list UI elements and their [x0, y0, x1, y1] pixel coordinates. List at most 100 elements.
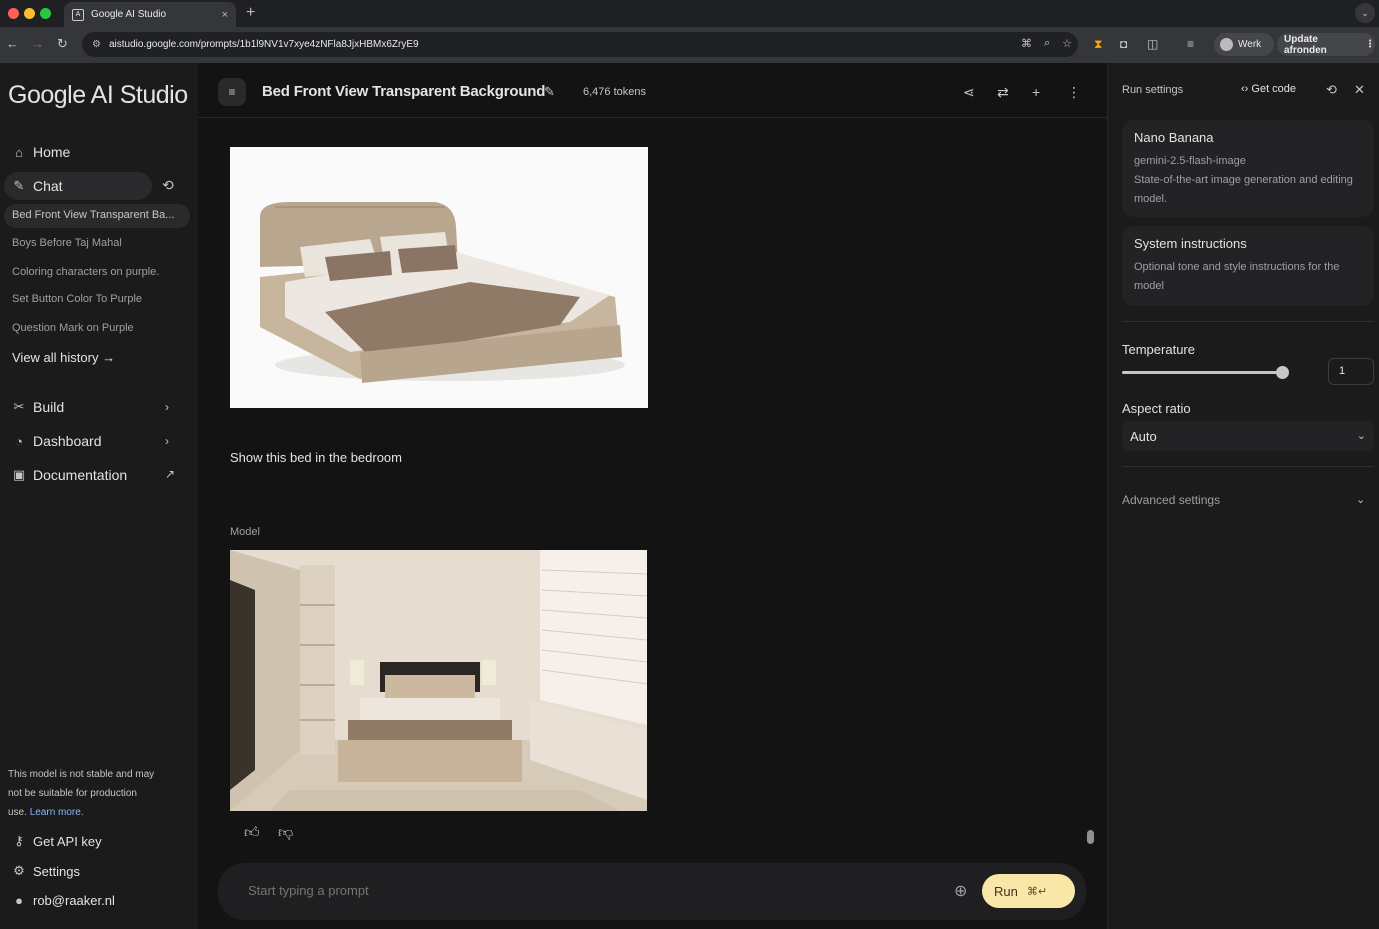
temperature-slider-handle[interactable]	[1276, 366, 1289, 379]
run-settings-panel: Run settings ‹› Get code ⟲ ✕ Nano Banana…	[1107, 63, 1379, 929]
nav-chat-label: Chat	[33, 178, 63, 194]
model-disclaimer: This model is not stable and may not be …	[8, 765, 158, 822]
get-api-key-link[interactable]: ⚷ Get API key	[12, 833, 102, 849]
close-window-button[interactable]	[8, 8, 19, 19]
new-tab-button[interactable]: +	[246, 4, 255, 22]
profile-button[interactable]: Werk	[1214, 33, 1274, 56]
history-icon[interactable]: ⟲	[162, 177, 174, 194]
bookmark-star-icon[interactable]: ☆	[1062, 37, 1072, 50]
nav-build[interactable]: ✂ Build	[12, 399, 65, 415]
update-label: Update afronden	[1284, 33, 1327, 56]
zoom-icon[interactable]: ⌕	[1044, 37, 1050, 50]
history-item[interactable]: Coloring characters on purple.	[12, 266, 159, 278]
account-email: rob@raaker.nl	[33, 893, 115, 908]
close-tab-icon[interactable]: ×	[222, 9, 228, 21]
advanced-settings-toggle[interactable]: Advanced settings	[1122, 493, 1220, 507]
forward-icon[interactable]: →	[31, 36, 44, 51]
share-icon[interactable]: ⋖	[963, 84, 975, 101]
profile-label: Werk	[1238, 39, 1262, 50]
toggle-sidebar-button[interactable]: ≡	[218, 78, 246, 106]
temperature-input[interactable]: 1	[1328, 358, 1374, 385]
more-icon: ⋮	[1365, 39, 1375, 50]
model-label: Model	[230, 526, 260, 538]
run-button[interactable]: Run ⌘↵	[982, 874, 1075, 908]
profile-avatar	[1220, 38, 1233, 51]
nav-home[interactable]: ⌂ Home	[12, 144, 70, 160]
app-logo[interactable]: Google AI Studio	[8, 81, 188, 110]
reload-icon[interactable]: ↻	[57, 36, 68, 52]
compare-icon[interactable]: ⇄	[997, 84, 1009, 101]
aspect-ratio-select[interactable]: Auto ⌄	[1122, 421, 1374, 451]
left-sidebar: Google AI Studio ⌂ Home ✎ Chat ⟲ Bed Fro…	[0, 63, 198, 929]
model-id: gemini-2.5-flash-image	[1134, 155, 1246, 167]
token-count: 6,476 tokens	[583, 86, 646, 98]
gear-icon: ⚙	[13, 863, 25, 878]
divider	[1122, 466, 1374, 467]
nav-chat[interactable]: ✎ Chat	[12, 178, 63, 194]
close-icon[interactable]: ✕	[1354, 82, 1365, 98]
tab-title: Google AI Studio	[91, 9, 167, 20]
dashboard-icon: ◔	[15, 433, 23, 449]
more-options-icon[interactable]: ⋮	[1067, 84, 1081, 101]
aspect-ratio-label: Aspect ratio	[1122, 401, 1191, 416]
view-all-history-link[interactable]: View all history →	[12, 350, 115, 365]
new-chat-icon[interactable]: +	[1032, 84, 1040, 100]
tab-search-icon[interactable]: ⌄	[1355, 3, 1375, 23]
prompt-box: ⊕ Run ⌘↵	[218, 863, 1086, 920]
chevron-down-icon[interactable]: ⌄	[1356, 493, 1365, 506]
run-shortcut: ⌘↵	[1026, 885, 1048, 898]
nav-documentation[interactable]: ▣ Documentation	[12, 467, 127, 483]
history-item[interactable]: Set Button Color To Purple	[12, 293, 142, 305]
scrollbar-thumb[interactable]	[1087, 830, 1094, 844]
extensions-puzzle-icon[interactable]: ◫	[1147, 37, 1158, 51]
thumbs-down-icon[interactable]: 👎︎	[278, 824, 293, 842]
system-instructions-card[interactable]: System instructions Optional tone and st…	[1122, 226, 1374, 306]
get-code-button[interactable]: ‹› Get code	[1241, 83, 1296, 95]
reading-list-icon[interactable]: ≡	[1187, 37, 1194, 51]
prompt-input[interactable]	[248, 883, 928, 898]
model-selector-card[interactable]: Nano Banana gemini-2.5-flash-image State…	[1122, 120, 1374, 217]
add-media-icon[interactable]: ⊕	[954, 881, 967, 901]
history-item[interactable]: Bed Front View Transparent Ba...	[12, 209, 174, 221]
bed-illustration	[230, 147, 648, 408]
edit-title-icon[interactable]: ✎	[544, 84, 555, 100]
reset-icon[interactable]: ⟲	[1326, 82, 1337, 98]
account-menu[interactable]: ● rob@raaker.nl	[12, 893, 115, 908]
address-bar[interactable]: ⚙ aistudio.google.com/prompts/1b1l9NV1v7…	[82, 32, 1078, 57]
nav-dashboard-label: Dashboard	[33, 433, 102, 449]
site-info-icon[interactable]: ⚙	[92, 39, 101, 50]
browser-tab[interactable]: A Google AI Studio ×	[64, 2, 236, 27]
chevron-down-icon: ⌄	[1356, 430, 1366, 442]
settings-label: Settings	[33, 863, 80, 879]
bedroom-illustration	[230, 550, 647, 811]
chevron-right-icon: ›	[165, 434, 169, 448]
model-description: State-of-the-art image generation and ed…	[1134, 174, 1353, 205]
temperature-slider[interactable]	[1122, 371, 1282, 374]
learn-more-link[interactable]: Learn more.	[30, 807, 84, 818]
history-item[interactable]: Question Mark on Purple	[12, 322, 134, 334]
temperature-label: Temperature	[1122, 342, 1195, 357]
minimize-window-button[interactable]	[24, 8, 35, 19]
user-message: Show this bed in the bedroom	[230, 450, 402, 465]
translate-icon[interactable]: ⌘	[1021, 37, 1032, 50]
user-avatar-icon: ●	[15, 893, 23, 908]
uploaded-bed-image[interactable]	[230, 147, 648, 408]
generated-bedroom-image[interactable]	[230, 550, 647, 811]
nav-dashboard[interactable]: ◔ Dashboard	[12, 433, 102, 449]
maximize-window-button[interactable]	[40, 8, 51, 19]
history-item[interactable]: Boys Before Taj Mahal	[12, 237, 122, 249]
build-icon: ✂	[13, 399, 25, 414]
system-instructions-description: Optional tone and style instructions for…	[1134, 261, 1340, 292]
nav-build-label: Build	[33, 399, 65, 415]
thumbs-up-icon[interactable]: 👍︎	[244, 824, 260, 842]
page-title: Bed Front View Transparent Background	[262, 83, 546, 100]
extension-icon[interactable]: ◘	[1120, 37, 1127, 51]
nav-home-label: Home	[33, 144, 71, 160]
back-icon[interactable]: ←	[6, 36, 19, 51]
update-button[interactable]: Update afronden ⋮	[1277, 33, 1375, 56]
settings-link[interactable]: ⚙ Settings	[12, 863, 80, 879]
model-name: Nano Banana	[1134, 130, 1214, 145]
extension-hourglass-icon[interactable]: ⧗	[1094, 37, 1102, 52]
system-instructions-title: System instructions	[1134, 236, 1247, 251]
get-api-key-label: Get API key	[33, 833, 102, 849]
